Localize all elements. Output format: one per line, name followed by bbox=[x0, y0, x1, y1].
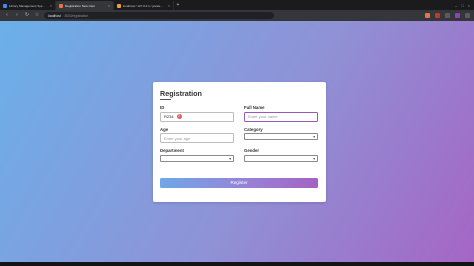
url-host: localhost bbox=[48, 13, 61, 18]
forward-icon[interactable]: › bbox=[14, 10, 20, 21]
bottom-edge bbox=[0, 262, 474, 266]
menu-icon[interactable] bbox=[465, 13, 470, 18]
fullname-field-group: Full Name Enter your name bbox=[244, 105, 318, 122]
age-field-group: Age Enter your age bbox=[160, 126, 234, 143]
id-field-group: ID R234 2 bbox=[160, 105, 234, 122]
category-field-group: Category ▾ bbox=[244, 127, 318, 144]
extension-icon[interactable] bbox=[445, 13, 450, 18]
category-label: Category bbox=[244, 126, 263, 132]
tab-favicon-icon bbox=[59, 3, 63, 8]
extension-icon[interactable] bbox=[455, 13, 460, 18]
url-path: :3000/registration bbox=[63, 13, 89, 18]
tab-library[interactable]: Library Management System with G × bbox=[0, 1, 56, 10]
fullname-input[interactable]: Enter your name bbox=[244, 111, 318, 122]
id-label: ID bbox=[160, 105, 165, 110]
gender-label: Gender bbox=[244, 148, 260, 153]
tab-label: localhost / 127.0.0.1 / javaweb / stu bbox=[123, 3, 164, 8]
id-input[interactable]: R234 2 bbox=[160, 111, 234, 122]
age-label: Age bbox=[160, 126, 169, 132]
browser-toolbar: ‹ › ↻ ☆ localhost:3000/registration bbox=[0, 10, 474, 21]
registration-card: Registration ID R234 2 Full Name Enter y… bbox=[153, 82, 326, 202]
chevron-down-icon: ▾ bbox=[229, 156, 231, 161]
close-icon[interactable]: × bbox=[108, 4, 110, 8]
window-controls: – □ × bbox=[455, 0, 474, 10]
page-background: Registration ID R234 2 Full Name Enter y… bbox=[0, 21, 474, 266]
department-label: Department bbox=[160, 148, 184, 153]
tab-registration[interactable]: Registration New User × bbox=[56, 1, 114, 10]
tab-favicon-icon bbox=[117, 3, 121, 8]
new-tab-icon[interactable]: + bbox=[174, 1, 182, 10]
tab-favicon-icon bbox=[3, 3, 7, 8]
bookmark-icon[interactable]: ☆ bbox=[34, 10, 40, 21]
minimize-icon[interactable]: – bbox=[455, 3, 457, 8]
reload-icon[interactable]: ↻ bbox=[24, 10, 30, 21]
brave-shield-icon[interactable] bbox=[425, 13, 430, 18]
gender-select[interactable]: ▾ bbox=[244, 154, 318, 162]
address-bar[interactable]: localhost:3000/registration bbox=[44, 12, 274, 19]
age-input[interactable]: Enter your age bbox=[160, 133, 234, 143]
department-field-group: Department ▾ bbox=[160, 148, 234, 162]
title-underline bbox=[160, 99, 171, 100]
maximize-icon[interactable]: □ bbox=[461, 3, 463, 8]
extension-icon[interactable] bbox=[435, 13, 440, 18]
page-title: Registration bbox=[160, 89, 202, 98]
form-grid: ID R234 2 Full Name Enter your name Age … bbox=[160, 105, 319, 162]
autofill-badge-icon[interactable]: 2 bbox=[176, 114, 182, 119]
back-icon[interactable]: ‹ bbox=[4, 10, 10, 21]
category-select[interactable]: ▾ bbox=[244, 133, 318, 140]
chevron-down-icon: ▾ bbox=[313, 156, 315, 161]
tab-label: Library Management System with G bbox=[9, 3, 46, 8]
close-icon[interactable]: × bbox=[50, 4, 52, 8]
fullname-placeholder: Enter your name bbox=[248, 114, 278, 119]
tab-strip: Library Management System with G × Regis… bbox=[0, 0, 474, 10]
tab-label: Registration New User bbox=[65, 3, 96, 8]
chevron-down-icon: ▾ bbox=[313, 135, 315, 139]
id-value: R234 bbox=[164, 114, 174, 119]
department-select[interactable]: ▾ bbox=[160, 154, 234, 162]
close-icon[interactable]: × bbox=[168, 4, 170, 8]
extensions-area bbox=[425, 13, 470, 18]
age-placeholder: Enter your age bbox=[164, 135, 191, 141]
register-button[interactable]: Register bbox=[160, 177, 318, 188]
fullname-label: Full Name bbox=[244, 105, 265, 110]
tab-phpmyadmin[interactable]: localhost / 127.0.0.1 / javaweb / stu × bbox=[114, 1, 174, 10]
window-close-icon[interactable]: × bbox=[468, 3, 470, 8]
gender-field-group: Gender ▾ bbox=[244, 148, 318, 162]
